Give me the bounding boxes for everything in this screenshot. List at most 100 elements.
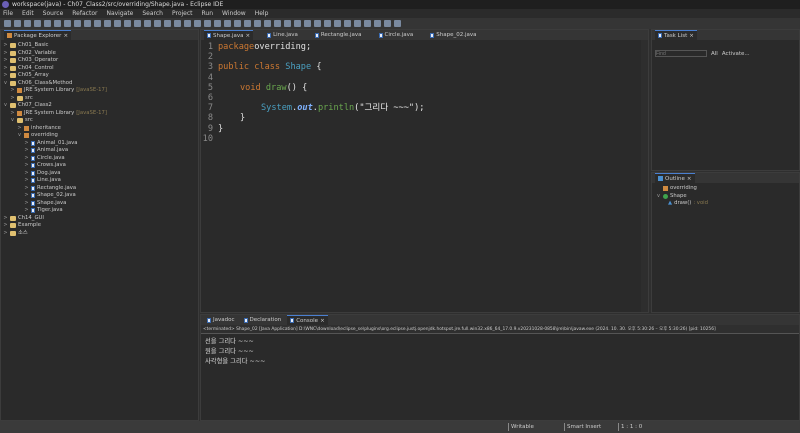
collapsed-chevron-icon[interactable]: >: [24, 140, 29, 148]
menu-navigate[interactable]: Navigate: [106, 9, 133, 18]
collapsed-chevron-icon[interactable]: >: [10, 95, 15, 103]
toolbar-button-icon[interactable]: [224, 20, 231, 27]
editor-scrollbar[interactable]: [641, 40, 648, 312]
editor-tab[interactable]: Circle.java: [376, 30, 417, 40]
toolbar-button-icon[interactable]: [394, 20, 401, 27]
collapsed-chevron-icon[interactable]: >: [3, 230, 8, 238]
close-icon[interactable]: ×: [63, 33, 68, 39]
toolbar-button-icon[interactable]: [94, 20, 101, 27]
tree-item[interactable]: > 소스: [1, 230, 198, 238]
tree-item[interactable]: > Ch01_Basic: [1, 42, 198, 50]
toolbar-button-icon[interactable]: [84, 20, 91, 27]
menu-edit[interactable]: Edit: [22, 9, 34, 18]
collapsed-chevron-icon[interactable]: >: [3, 42, 8, 50]
collapsed-chevron-icon[interactable]: >: [24, 170, 29, 178]
toolbar-button-icon[interactable]: [204, 20, 211, 27]
toolbar-button-icon[interactable]: [314, 20, 321, 27]
toolbar-button-icon[interactable]: [14, 20, 21, 27]
close-icon[interactable]: ×: [687, 176, 692, 182]
toolbar-button-icon[interactable]: [154, 20, 161, 27]
expanded-chevron-icon[interactable]: v: [3, 102, 8, 110]
close-icon[interactable]: ×: [246, 33, 251, 39]
tree-item[interactable]: v src: [1, 117, 198, 125]
tab-declaration[interactable]: Declaration: [241, 315, 285, 325]
toolbar-button-icon[interactable]: [354, 20, 361, 27]
tree-item[interactable]: > Dog.java: [1, 170, 198, 178]
collapsed-chevron-icon[interactable]: >: [24, 162, 29, 170]
toolbar-button-icon[interactable]: [34, 20, 41, 27]
tree-item[interactable]: > Ch14_GUI: [1, 215, 198, 223]
menu-run[interactable]: Run: [202, 9, 214, 18]
toolbar-button-icon[interactable]: [144, 20, 151, 27]
tree-item[interactable]: > Tiger.java: [1, 207, 198, 215]
toolbar-button-icon[interactable]: [194, 20, 201, 27]
tree-item[interactable]: > Shape.java: [1, 200, 198, 208]
outline-item[interactable]: overriding: [656, 185, 799, 193]
tree-item[interactable]: > Shape_02.java: [1, 192, 198, 200]
collapsed-chevron-icon[interactable]: >: [24, 200, 29, 208]
toolbar-button-icon[interactable]: [344, 20, 351, 27]
tab-console[interactable]: Console ×: [287, 315, 328, 325]
collapsed-chevron-icon[interactable]: >: [24, 185, 29, 193]
tab-outline[interactable]: Outline ×: [655, 173, 695, 183]
collapsed-chevron-icon[interactable]: >: [24, 177, 29, 185]
collapsed-chevron-icon[interactable]: >: [3, 50, 8, 58]
collapsed-chevron-icon[interactable]: >: [24, 207, 29, 215]
toolbar-button-icon[interactable]: [254, 20, 261, 27]
collapsed-chevron-icon[interactable]: >: [10, 110, 15, 118]
tree-item[interactable]: > Ch04_Control: [1, 65, 198, 73]
outline-item[interactable]: v Shape: [656, 193, 799, 201]
toolbar-button-icon[interactable]: [124, 20, 131, 27]
toolbar-button-icon[interactable]: [114, 20, 121, 27]
tree-item[interactable]: > Animal_01.java: [1, 140, 198, 148]
collapsed-chevron-icon[interactable]: >: [3, 215, 8, 223]
toolbar-button-icon[interactable]: [54, 20, 61, 27]
collapsed-chevron-icon[interactable]: >: [3, 222, 8, 230]
tree-item[interactable]: > Animal.java: [1, 147, 198, 155]
collapsed-chevron-icon[interactable]: >: [24, 155, 29, 163]
toolbar-button-icon[interactable]: [234, 20, 241, 27]
menu-project[interactable]: Project: [172, 9, 193, 18]
close-icon[interactable]: ×: [320, 318, 325, 324]
tab-javadoc[interactable]: Javadoc: [204, 315, 238, 325]
toolbar-button-icon[interactable]: [164, 20, 171, 27]
tree-item[interactable]: v overriding: [1, 132, 198, 140]
menu-source[interactable]: Source: [43, 9, 64, 18]
activate-link[interactable]: Activate...: [722, 51, 750, 57]
toolbar-button-icon[interactable]: [64, 20, 71, 27]
tree-item[interactable]: > JRE System Library [JavaSE-17]: [1, 110, 198, 118]
toolbar-button-icon[interactable]: [184, 20, 191, 27]
tree-item[interactable]: > Line.java: [1, 177, 198, 185]
toolbar-button-icon[interactable]: [264, 20, 271, 27]
toolbar-button-icon[interactable]: [334, 20, 341, 27]
collapsed-chevron-icon[interactable]: >: [3, 57, 8, 65]
toolbar-button-icon[interactable]: [324, 20, 331, 27]
code-editor[interactable]: 1 package overriding; 2 3 public class Sha…: [201, 40, 648, 144]
close-icon[interactable]: ×: [689, 33, 694, 39]
menu-refactor[interactable]: Refactor: [72, 9, 97, 18]
toolbar-button-icon[interactable]: [24, 20, 31, 27]
menu-file[interactable]: File: [3, 9, 13, 18]
console-output[interactable]: 선을 그리다 ~~~ 원을 그리다 ~~~ 사각형을 그리다 ~~~: [201, 334, 799, 370]
outline-item[interactable]: ▲ draw() : void: [656, 200, 799, 208]
collapsed-chevron-icon[interactable]: >: [3, 65, 8, 73]
menu-help[interactable]: Help: [255, 9, 269, 18]
toolbar-button-icon[interactable]: [4, 20, 11, 27]
collapsed-chevron-icon[interactable]: >: [24, 192, 29, 200]
toolbar-button-icon[interactable]: [304, 20, 311, 27]
menu-search[interactable]: Search: [142, 9, 163, 18]
tree-item[interactable]: v Ch06_Class&Method: [1, 80, 198, 88]
toolbar-button-icon[interactable]: [364, 20, 371, 27]
toolbar-button-icon[interactable]: [284, 20, 291, 27]
toolbar-button-icon[interactable]: [374, 20, 381, 27]
editor-tab[interactable]: Line.java: [264, 30, 301, 40]
toolbar-button-icon[interactable]: [384, 20, 391, 27]
expanded-chevron-icon[interactable]: v: [3, 80, 8, 88]
editor-tab[interactable]: Shape_02.java: [427, 30, 479, 40]
task-find-input[interactable]: [655, 50, 707, 57]
editor-tab[interactable]: Rectangle.java: [312, 30, 365, 40]
tree-item[interactable]: > Circle.java: [1, 155, 198, 163]
toolbar-button-icon[interactable]: [214, 20, 221, 27]
collapsed-chevron-icon[interactable]: >: [3, 72, 8, 80]
toolbar-button-icon[interactable]: [294, 20, 301, 27]
